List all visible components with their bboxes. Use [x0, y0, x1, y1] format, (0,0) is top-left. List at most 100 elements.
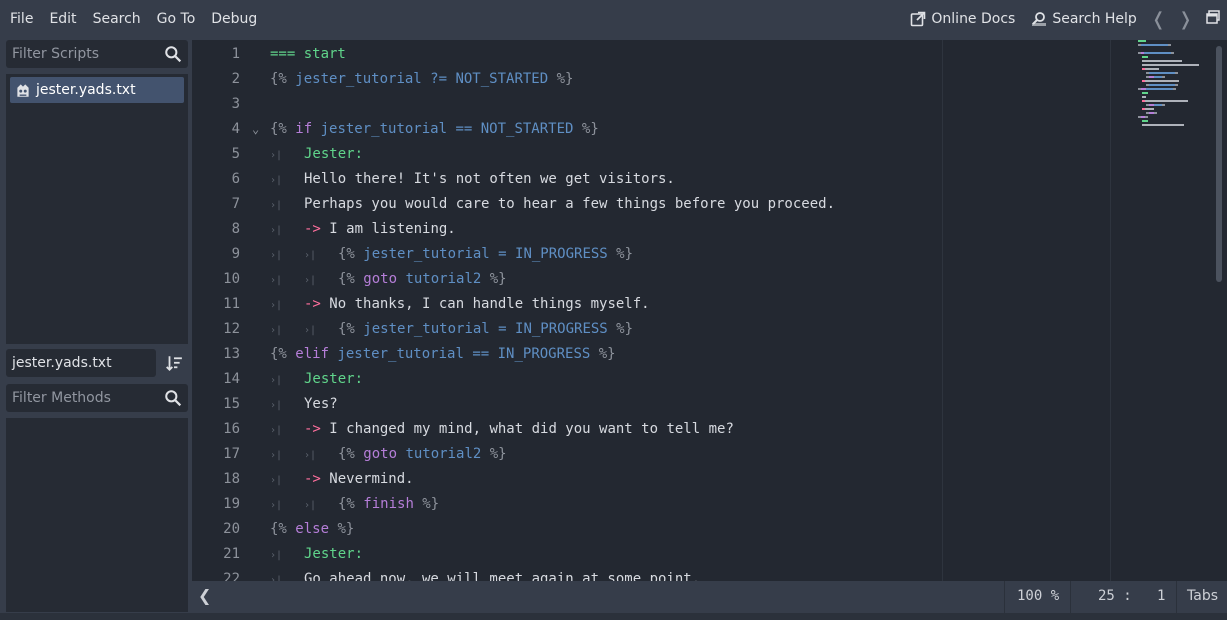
code-token: else [295, 521, 330, 537]
code-line[interactable]: 18 ›| -> Nevermind. [192, 467, 1227, 492]
code-token: Nevermind. [329, 471, 414, 487]
code-text: ›| -> Nevermind. [270, 467, 414, 493]
tab-indent-icon: ›| [270, 575, 283, 581]
minimap-line [1168, 44, 1171, 46]
code-text: ›| Jester: [270, 142, 363, 168]
code-line[interactable]: 2 {% jester_tutorial ?= NOT_STARTED %} [192, 67, 1227, 92]
code-token: finish [363, 496, 414, 512]
history-forward-button[interactable]: ❭ [1172, 9, 1199, 30]
code-line[interactable]: 6 ›| Hello there! It's not often we get vi… [192, 167, 1227, 192]
code-text: ›| ›| {% jester_tutorial = IN_PROGRESS %} [270, 317, 633, 343]
code-line[interactable]: 12 ›| ›| {% jester_tutorial = IN_PROGRESS %… [192, 317, 1227, 342]
sort-icon [166, 356, 182, 372]
menu-file[interactable]: File [0, 0, 41, 38]
tab-indent-icon: ›| [270, 550, 283, 561]
tab-indent-icon: ›| [270, 200, 283, 211]
code-line[interactable]: 1 === start [192, 42, 1227, 67]
menu-search[interactable]: Search [85, 0, 149, 38]
sort-methods-button[interactable] [162, 351, 186, 375]
script-list-item-label: jester.yads.txt [36, 82, 136, 98]
tab-indent-icon: ›| [270, 250, 283, 261]
filter-methods-input[interactable]: Filter Methods [6, 384, 188, 412]
indentation-mode[interactable]: Tabs [1187, 588, 1218, 604]
fold-chevron-icon[interactable]: ⌄ [252, 117, 259, 142]
minimap-line [1142, 56, 1148, 58]
code-line[interactable]: 17 ›| ›| {% goto tutorial2 %} [192, 442, 1227, 467]
code-text: {% elif jester_tutorial == IN_PROGRESS %… [270, 342, 616, 367]
code-token: Jester: [304, 371, 364, 387]
code-line[interactable]: 11 ›| -> No thanks, I can handle things my… [192, 292, 1227, 317]
minimap-line [1145, 68, 1159, 70]
line-number: 9 [231, 246, 240, 262]
code-token: %} [329, 521, 355, 537]
code-text: ›| Perhaps you would care to hear a few t… [270, 192, 835, 218]
tab-indent-icon: ›| [304, 450, 317, 461]
code-token: No thanks, I can handle things myself. [329, 296, 650, 312]
minimap-line [1142, 120, 1148, 122]
code-text: ›| Jester: [270, 542, 363, 568]
menu-edit[interactable]: Edit [41, 0, 84, 38]
code-line[interactable]: 13 {% elif jester_tutorial == IN_PROGRESS… [192, 342, 1227, 367]
code-line[interactable]: 20 {% else %} [192, 517, 1227, 542]
minimap-line [1138, 40, 1146, 42]
zoom-level[interactable]: 100 % [1017, 588, 1059, 604]
code-line[interactable]: 22 ›| Go ahead now, we will meet again at … [192, 567, 1227, 581]
code-token: -> [304, 296, 330, 312]
minimap-line [1142, 60, 1182, 62]
tab-indent-icon: ›| [304, 275, 317, 286]
code-text: ›| Yes? [270, 392, 338, 418]
code-line[interactable]: 4 ⌄ {% if jester_tutorial == NOT_STARTED %… [192, 117, 1227, 142]
code-text: ›| ›| {% finish %} [270, 492, 439, 518]
code-token: Perhaps you would care to hear a few thi… [304, 196, 836, 212]
tab-indent-icon: ›| [270, 400, 283, 411]
tab-indent-icon: ›| [270, 225, 283, 236]
code-line[interactable]: 8 ›| -> I am listening. [192, 217, 1227, 242]
tab-indent-icon: ›| [270, 375, 283, 386]
status-separator [1176, 581, 1177, 613]
search-icon [165, 390, 182, 407]
code-token: Hello there! It's not often we get visit… [304, 171, 675, 187]
code-token: {% [270, 121, 296, 137]
line-number: 15 [223, 396, 240, 412]
toggle-scripts-panel-button[interactable]: ❮ [198, 586, 211, 605]
minimap-line [1149, 72, 1175, 74]
search-help-button[interactable]: Search Help [1023, 11, 1144, 27]
code-line[interactable]: 3 [192, 92, 1227, 117]
code-token: jester_tutorial ?= NOT_STARTED [295, 71, 549, 87]
tab-indent-icon: ›| [270, 325, 283, 336]
code-text: ›| ›| {% goto tutorial2 %} [270, 267, 507, 293]
tab-indent-icon: ›| [270, 150, 283, 161]
minimap-line [1141, 44, 1168, 46]
script-list-item[interactable]: jester.yads.txt [10, 77, 184, 103]
code-token: jester_tutorial = IN_PROGRESS [363, 246, 608, 262]
minimap[interactable] [1138, 40, 1224, 190]
code-token: tutorial2 [405, 271, 482, 287]
vertical-scrollbar[interactable] [1216, 46, 1222, 282]
code-line[interactable]: 14 ›| Jester: [192, 367, 1227, 392]
bottom-panel-strip [0, 613, 1227, 620]
history-back-button[interactable]: ❬ [1145, 9, 1172, 30]
minimap-line [1142, 96, 1146, 98]
minimap-line [1149, 84, 1175, 86]
menu-debug[interactable]: Debug [203, 0, 265, 38]
menu-goto[interactable]: Go To [149, 0, 204, 38]
code-line[interactable]: 10 ›| ›| {% goto tutorial2 %} [192, 267, 1227, 292]
online-docs-button[interactable]: Online Docs [902, 11, 1023, 27]
code-line[interactable]: 5 ›| Jester: [192, 142, 1227, 167]
code-line[interactable]: 21 ›| Jester: [192, 542, 1227, 567]
filter-scripts-input[interactable]: Filter Scripts [6, 40, 188, 68]
script-list: jester.yads.txt [6, 74, 188, 344]
float-window-icon[interactable] [1205, 9, 1221, 29]
code-line[interactable]: 19 ›| ›| {% finish %} [192, 492, 1227, 517]
code-line[interactable]: 16 ›| -> I changed my mind, what did you w… [192, 417, 1227, 442]
code-line[interactable]: 7 ›| Perhaps you would care to hear a few … [192, 192, 1227, 217]
line-number: 18 [223, 471, 240, 487]
code-token: if [295, 121, 321, 137]
code-line[interactable]: 9 ›| ›| {% jester_tutorial = IN_PROGRESS %} [192, 242, 1227, 267]
search-icon [165, 46, 182, 63]
code-token: {% [338, 446, 364, 462]
filter-methods-placeholder: Filter Methods [12, 390, 111, 406]
code-line[interactable]: 15 ›| Yes? [192, 392, 1227, 417]
code-text: ›| Go ahead now, we will meet again at so… [270, 567, 700, 581]
code-editor[interactable]: 1 === start 2 {% jester_tutorial ?= NOT_STA… [192, 40, 1227, 581]
